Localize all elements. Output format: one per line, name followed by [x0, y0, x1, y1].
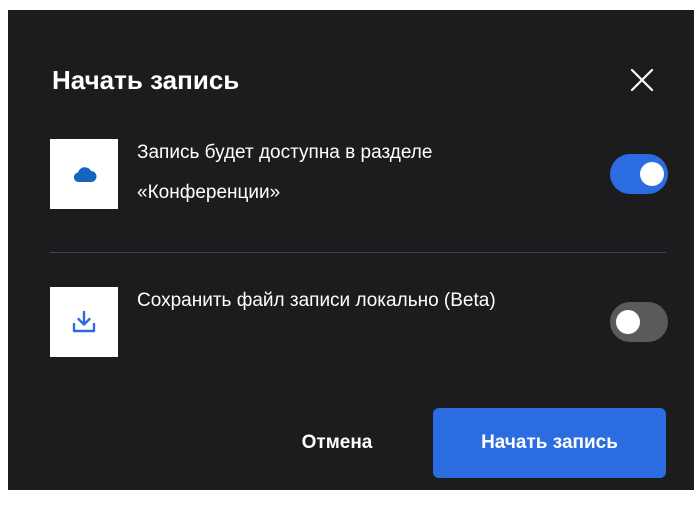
divider — [50, 252, 666, 253]
option-local-recording: Сохранить файл записи локально (Beta) — [50, 287, 670, 357]
option-local-label: Сохранить файл записи локально (Beta) — [137, 290, 496, 311]
toggle-knob — [616, 310, 640, 334]
start-recording-dialog: Начать запись Запись будет доступна в ра… — [8, 10, 694, 490]
toggle-knob — [640, 162, 664, 186]
cloud-icon — [73, 167, 97, 182]
cancel-button[interactable]: Отмена — [272, 408, 402, 478]
close-button[interactable] — [622, 60, 662, 100]
option-cloud-recording: Запись будет доступна в разделе «Конфере… — [50, 139, 670, 209]
dialog-title: Начать запись — [52, 65, 240, 95]
start-recording-button[interactable]: Начать запись — [433, 408, 666, 478]
close-icon — [630, 68, 654, 92]
download-icon-box — [50, 287, 118, 357]
local-recording-toggle[interactable] — [610, 302, 668, 342]
cloud-icon-box — [50, 139, 118, 209]
option-cloud-label: Запись будет доступна в разделе «Конфере… — [137, 142, 433, 203]
download-icon — [72, 310, 96, 333]
cloud-recording-toggle[interactable] — [610, 154, 668, 194]
